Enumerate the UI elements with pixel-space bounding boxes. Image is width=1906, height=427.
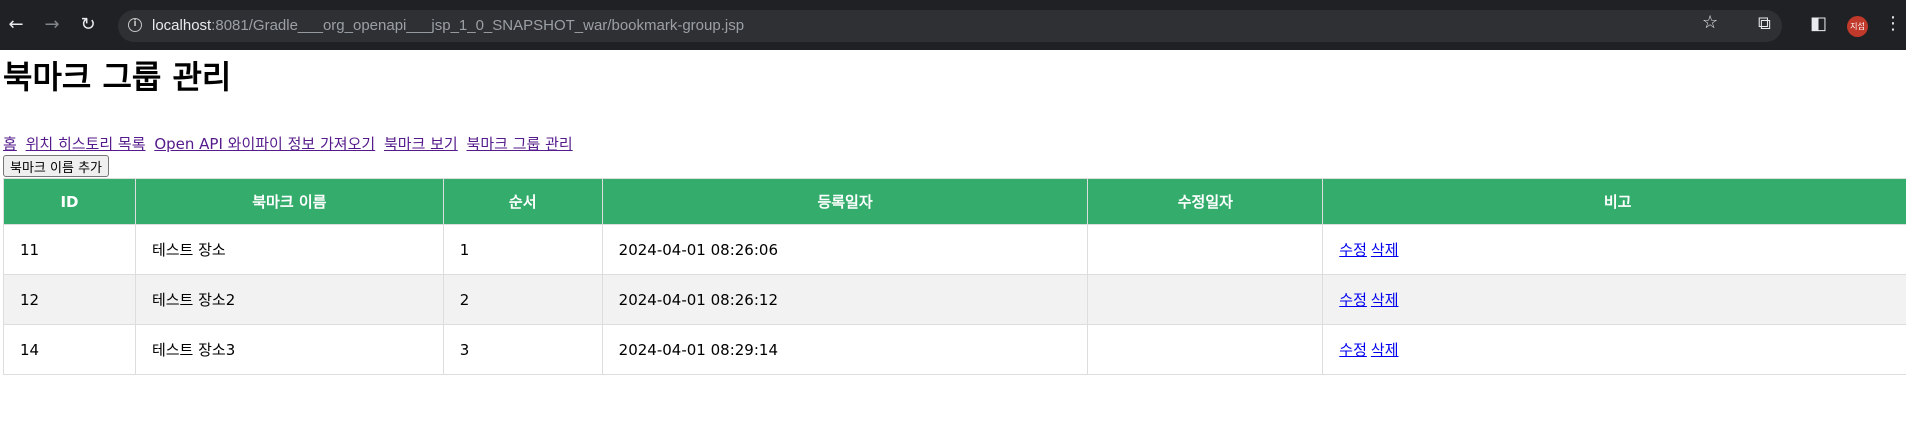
nav-link-openapi[interactable]: Open API 와이파이 정보 가져오기 bbox=[154, 135, 375, 153]
cell-id: 11 bbox=[3, 224, 136, 275]
cell-order: 3 bbox=[442, 324, 603, 375]
delete-link[interactable]: 삭제 bbox=[1371, 291, 1399, 309]
header-id: ID bbox=[3, 178, 136, 225]
header-order: 순서 bbox=[442, 178, 603, 225]
url-text[interactable]: localhost:8081/Gradle___org_openapi___js… bbox=[152, 17, 744, 34]
header-modified: 수정일자 bbox=[1087, 178, 1324, 225]
cell-modified bbox=[1087, 224, 1324, 275]
add-bookmark-group-button[interactable]: 북마크 이름 추가 bbox=[3, 155, 109, 177]
profile-avatar[interactable]: 지섭 bbox=[1847, 16, 1868, 37]
header-note: 비고 bbox=[1322, 178, 1906, 225]
nav-link-bookmark-groups[interactable]: 북마크 그룹 관리 bbox=[467, 135, 573, 153]
address-bar[interactable]: i localhost:8081/Gradle___org_openapi___… bbox=[118, 10, 1782, 42]
forward-icon[interactable]: → bbox=[42, 15, 62, 35]
cell-actions: 수정 삭제 bbox=[1322, 274, 1906, 325]
nav-link-home[interactable]: 홈 bbox=[3, 135, 17, 153]
table-row: 11 테스트 장소 1 2024-04-01 08:26:06 수정 삭제 bbox=[3, 224, 1906, 275]
cell-actions: 수정 삭제 bbox=[1322, 324, 1906, 375]
table-row: 14 테스트 장소3 3 2024-04-01 08:29:14 수정 삭제 bbox=[3, 324, 1906, 375]
extensions-icon[interactable]: ⧉ bbox=[1758, 13, 1771, 34]
cell-created: 2024-04-01 08:26:06 bbox=[601, 224, 1089, 275]
cell-actions: 수정 삭제 bbox=[1322, 224, 1906, 275]
back-icon[interactable]: ← bbox=[6, 15, 26, 35]
table-header-row: ID 북마크 이름 순서 등록일자 수정일자 비고 bbox=[3, 178, 1906, 225]
more-menu-icon[interactable]: ⋮ bbox=[1884, 13, 1902, 34]
cell-name: 테스트 장소 bbox=[134, 224, 444, 275]
header-created: 등록일자 bbox=[601, 178, 1089, 225]
cell-order: 1 bbox=[442, 224, 603, 275]
cell-id: 14 bbox=[3, 324, 136, 375]
cell-modified bbox=[1087, 324, 1324, 375]
edit-link[interactable]: 수정 bbox=[1339, 291, 1367, 309]
url-host: localhost bbox=[152, 17, 212, 34]
edit-link[interactable]: 수정 bbox=[1339, 241, 1367, 259]
cell-created: 2024-04-01 08:26:12 bbox=[601, 274, 1089, 325]
url-path: :8081/Gradle___org_openapi___jsp_1_0_SNA… bbox=[211, 17, 745, 34]
delete-link[interactable]: 삭제 bbox=[1371, 241, 1399, 259]
delete-link[interactable]: 삭제 bbox=[1371, 341, 1399, 359]
bookmark-group-table: ID 북마크 이름 순서 등록일자 수정일자 비고 11 테스트 장소 1 20… bbox=[3, 178, 1906, 375]
site-info-icon[interactable]: i bbox=[128, 18, 142, 32]
side-panel-icon[interactable]: ◧ bbox=[1810, 13, 1827, 34]
cell-id: 12 bbox=[3, 274, 136, 325]
reload-icon[interactable]: ↻ bbox=[78, 15, 98, 35]
edit-link[interactable]: 수정 bbox=[1339, 341, 1367, 359]
browser-toolbar: ← → ↻ i localhost:8081/Gradle___org_open… bbox=[0, 0, 1906, 50]
cell-created: 2024-04-01 08:29:14 bbox=[601, 324, 1089, 375]
header-name: 북마크 이름 bbox=[134, 178, 444, 225]
cell-modified bbox=[1087, 274, 1324, 325]
nav-link-bookmarks[interactable]: 북마크 보기 bbox=[384, 135, 458, 153]
cell-order: 2 bbox=[442, 274, 603, 325]
cell-name: 테스트 장소2 bbox=[134, 274, 444, 325]
page-title: 북마크 그룹 관리 bbox=[3, 58, 232, 96]
bookmark-star-icon[interactable]: ☆ bbox=[1702, 12, 1718, 33]
nav-links: 홈 위치 히스토리 목록 Open API 와이파이 정보 가져오기 북마크 보… bbox=[3, 133, 577, 154]
nav-link-history[interactable]: 위치 히스토리 목록 bbox=[26, 135, 146, 153]
table-row: 12 테스트 장소2 2 2024-04-01 08:26:12 수정 삭제 bbox=[3, 274, 1906, 325]
cell-name: 테스트 장소3 bbox=[134, 324, 444, 375]
